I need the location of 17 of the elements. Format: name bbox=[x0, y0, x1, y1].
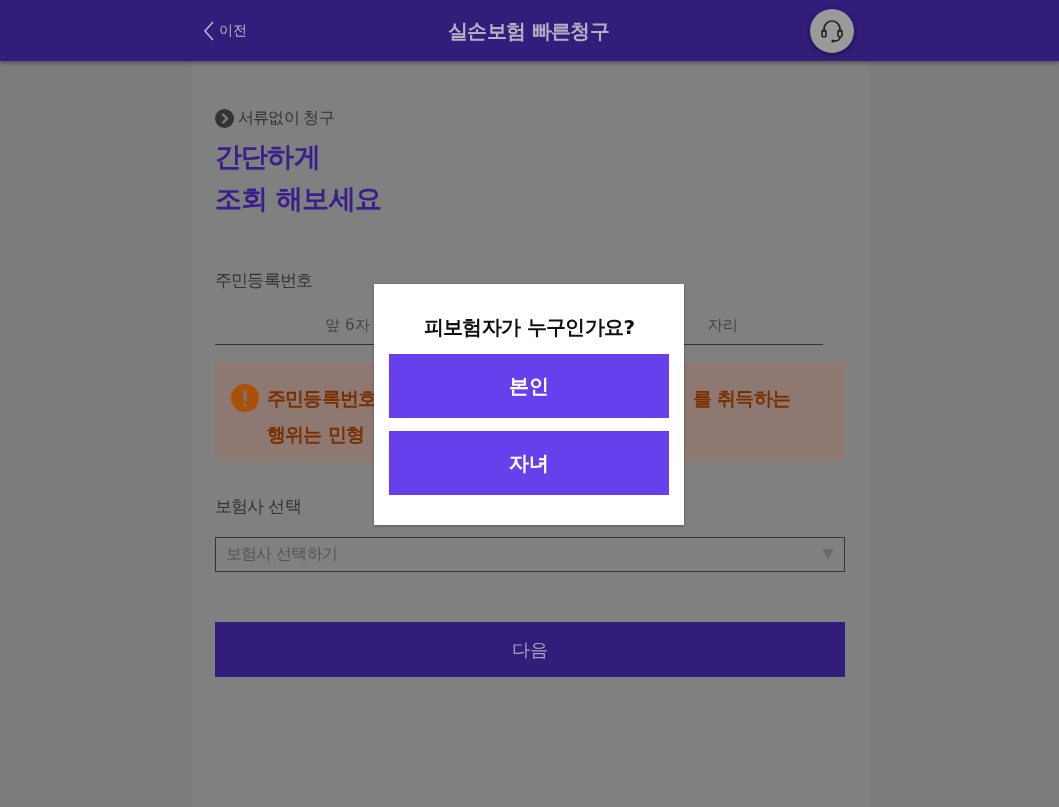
option-button[interactable]: 자녀 bbox=[389, 431, 669, 495]
chevron-left-icon bbox=[202, 20, 215, 41]
option-button[interactable]: 본인 bbox=[389, 354, 669, 418]
page-heading: 간단하게 조회 해보세요 bbox=[214, 140, 383, 216]
warning-text: 를 취득하는 bbox=[692, 386, 791, 411]
arrow-circle-icon bbox=[214, 108, 234, 128]
field-label: 주민등록번호 bbox=[214, 269, 314, 292]
field-label: 보험사 선택 bbox=[214, 495, 303, 518]
warning-text: 주민등록번호 bbox=[266, 386, 377, 411]
headset-icon bbox=[819, 17, 846, 44]
back-button[interactable]: 이전 bbox=[202, 20, 247, 41]
exclamation-icon bbox=[230, 384, 259, 412]
warning-text: 행위는 민형 bbox=[266, 423, 365, 445]
section-tag: 서류없이 청구 bbox=[237, 106, 335, 130]
next-button[interactable]: 다음 bbox=[214, 621, 845, 677]
page-title: 실손보험 빠른청구 bbox=[447, 17, 610, 45]
headset-button[interactable] bbox=[810, 8, 855, 53]
